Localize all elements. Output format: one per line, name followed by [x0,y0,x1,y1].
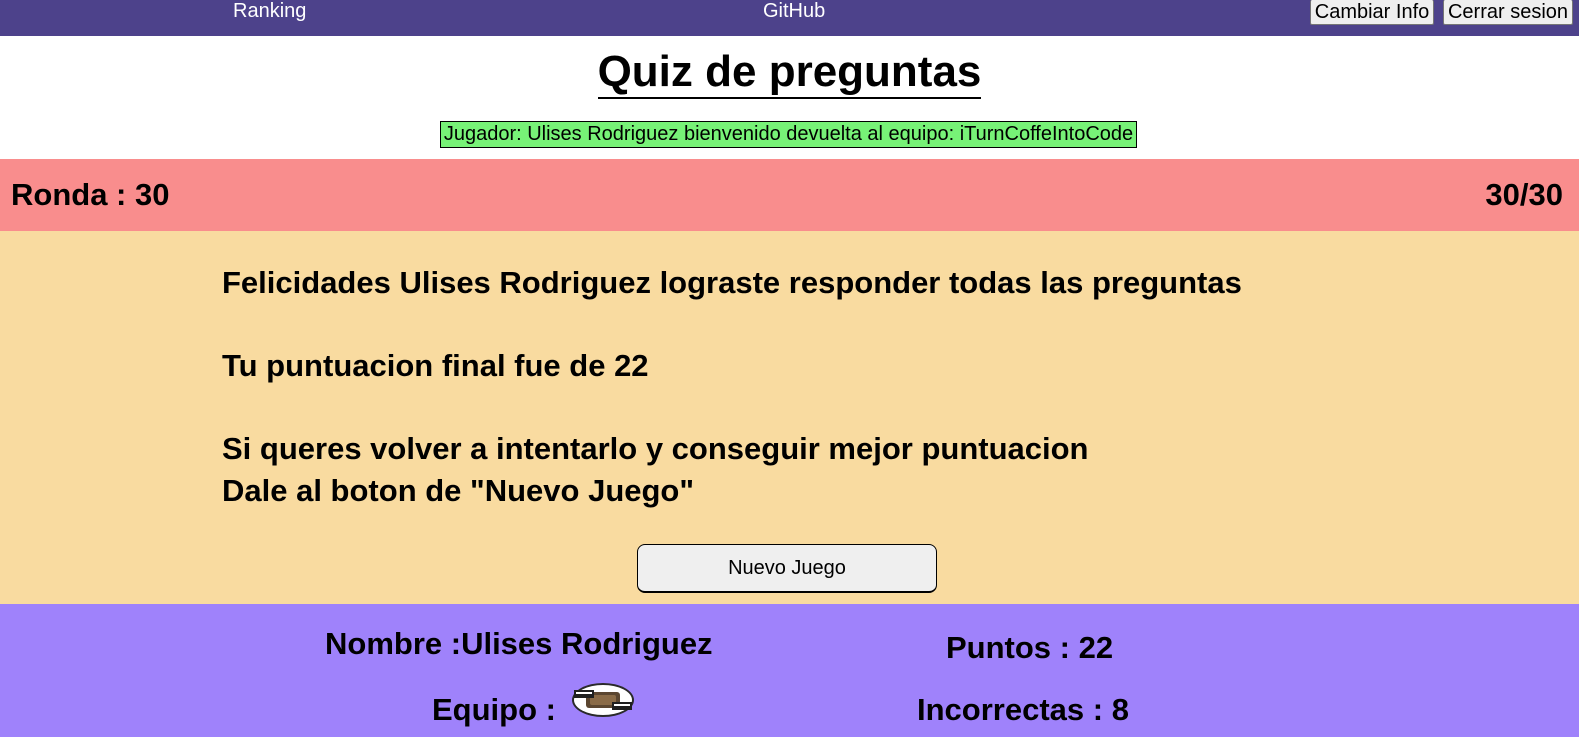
ranking-link[interactable]: Ranking [233,0,306,22]
top-nav-bar: Ranking GitHub Cambiar Info Cerrar sesio… [0,0,1579,36]
stats-panel: Nombre :Ulises Rodriguez Puntos : 22 Equ… [0,604,1579,737]
welcome-banner: Jugador: Ulises Rodriguez bienvenido dev… [440,121,1137,148]
new-game-hint: Dale al boton de "Nuevo Juego" [222,473,695,508]
congrats-message: Felicidades Ulises Rodriguez lograste re… [222,265,1242,300]
github-link[interactable]: GitHub [763,0,825,22]
team-label: Equipo : [432,692,556,727]
player-name: Nombre :Ulises Rodriguez [325,626,713,661]
retry-message: Si queres volver a intentarlo y consegui… [222,431,1089,466]
points-value: Puntos : 22 [946,630,1114,665]
round-bar: Ronda : 30 30/30 [0,159,1579,231]
page-title: Quiz de preguntas [0,47,1579,99]
round-progress: 30/30 [1485,177,1563,212]
final-score-message: Tu puntuacion final fue de 22 [222,348,649,383]
incorrect-count: Incorrectas : 8 [917,692,1129,727]
cerrar-sesion-button[interactable]: Cerrar sesion [1443,0,1573,25]
result-panel: Felicidades Ulises Rodriguez lograste re… [0,231,1579,604]
page-title-text: Quiz de preguntas [597,47,982,99]
team-logo [572,683,634,717]
cambiar-info-button[interactable]: Cambiar Info [1310,0,1434,25]
new-game-button[interactable]: Nuevo Juego [637,544,937,593]
round-label: Ronda : 30 [11,177,170,212]
